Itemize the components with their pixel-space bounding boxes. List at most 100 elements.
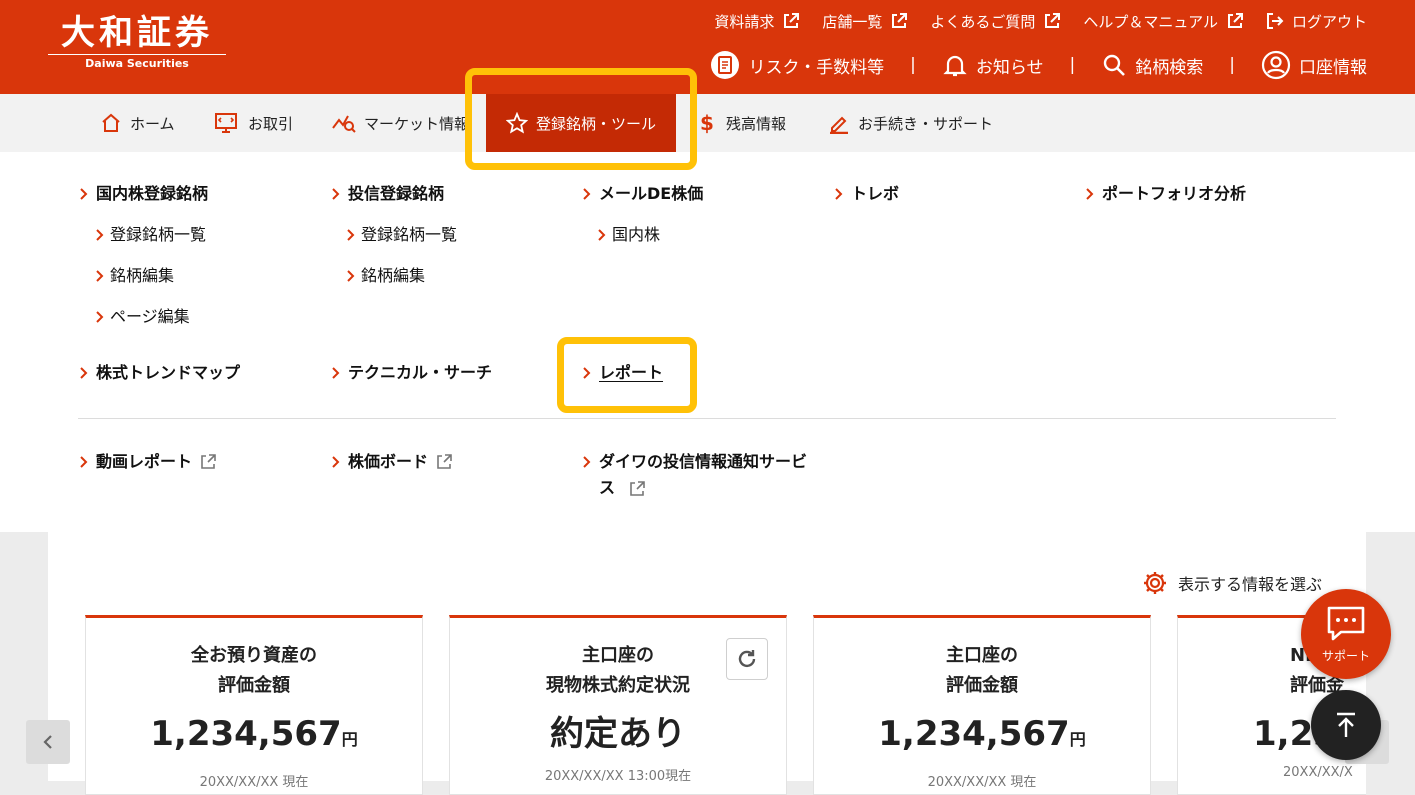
notifications-label: お知らせ [975, 57, 1044, 78]
logout-icon [1266, 13, 1284, 29]
menu-mail-domestic[interactable]: 国内株 [596, 222, 660, 248]
tab-label: お手続き・サポート [858, 114, 994, 133]
tab-registered-tools[interactable]: 登録銘柄・ツール [486, 94, 676, 152]
tab-market[interactable]: マーケット情報 [332, 94, 469, 152]
menu-label: 株価ボード [348, 452, 429, 471]
menu-label: ページ編集 [110, 307, 190, 326]
menu-domestic-page-edit[interactable]: ページ編集 [94, 304, 190, 330]
tab-balance[interactable]: $ 残高情報 [700, 94, 786, 152]
select-info-button[interactable]: 表示する情報を選ぶ [1142, 570, 1322, 596]
carousel-prev-button[interactable] [26, 720, 70, 764]
pencil-icon [830, 116, 848, 134]
card-total-assets[interactable]: 全お預り資産の 評価金額 1,234,567円 20XX/XX/XX 現在 [85, 615, 423, 795]
menu-fund-registered[interactable]: 投信登録銘柄 [330, 181, 444, 207]
menu-domestic-registered[interactable]: 国内株登録銘柄 [78, 181, 208, 207]
card-title-line: 主口座の [582, 645, 654, 666]
chevron-right-icon [1086, 188, 1094, 200]
util-link-request-docs[interactable]: 資料請求 [714, 11, 800, 32]
daiwa-logo[interactable]: 大和証券 Daiwa Securities [48, 14, 226, 70]
card-title-line: 現物株式約定状況 [546, 675, 690, 696]
card-value-number: 1,234,567 [878, 714, 1070, 754]
star-icon [506, 112, 528, 134]
logo-divider [48, 54, 226, 55]
tab-procedures-support[interactable]: お手続き・サポート [828, 94, 993, 152]
menu-label: 動画レポート [96, 452, 193, 471]
card-title-line: 主口座の [946, 645, 1018, 666]
user-icon [1261, 50, 1291, 80]
card-value-unit: 円 [341, 730, 358, 749]
util-link-label: 資料請求 [714, 12, 775, 31]
util-link-faq[interactable]: よくあるご質問 [930, 11, 1061, 32]
menu-label: 銘柄編集 [361, 266, 426, 285]
tab-label: 登録銘柄・ツール [535, 114, 656, 133]
menu-label: ポートフォリオ分析 [1102, 184, 1247, 203]
home-icon [102, 113, 120, 132]
nav-separator: | [910, 55, 916, 75]
stock-search-link[interactable]: 銘柄検索 [1101, 52, 1203, 78]
tab-home[interactable]: ホーム [100, 94, 175, 152]
chevron-right-icon [332, 188, 340, 200]
gear-icon [1143, 572, 1166, 594]
risk-fees-link[interactable]: リスク・手数料等 [710, 50, 884, 80]
menu-fund-list[interactable]: 登録銘柄一覧 [345, 222, 457, 248]
menu-domestic-edit[interactable]: 銘柄編集 [94, 263, 174, 289]
account-info-link[interactable]: 口座情報 [1261, 50, 1367, 80]
menu-label: 株式トレンドマップ [96, 363, 241, 382]
chat-bubble-icon [1327, 606, 1365, 641]
chevron-right-icon [583, 456, 591, 468]
menu-label: レポート [599, 363, 664, 382]
menu-trebo[interactable]: トレボ [833, 181, 899, 207]
card-execution-status[interactable]: 主口座の 現物株式約定状況 約定あり 20XX/XX/XX 13:00現在 [449, 615, 787, 795]
menu-report[interactable]: レポート [581, 360, 663, 386]
card-title-line: 評価金額 [218, 675, 290, 696]
logout-link[interactable]: ログアウト [1266, 11, 1367, 32]
chevron-right-icon [598, 229, 606, 241]
tab-label: お取引 [248, 114, 294, 133]
util-link-help[interactable]: ヘルプ＆マニュアル [1083, 11, 1244, 32]
card-title-line: 評価金額 [946, 675, 1018, 696]
card-date: 20XX/XX/XX 13:00現在 [544, 769, 692, 784]
tab-label: 残高情報 [726, 114, 787, 133]
chevron-right-icon [583, 367, 591, 379]
header: 大和証券 Daiwa Securities 資料請求 店舗一覧 よくあるご質問 … [0, 0, 1415, 94]
bell-icon [943, 55, 967, 77]
util-link-store-list[interactable]: 店舗一覧 [822, 11, 908, 32]
chevron-right-icon [96, 229, 104, 241]
external-link-icon [892, 13, 908, 28]
risk-fees-label: リスク・手数料等 [748, 57, 885, 78]
util-link-label: よくあるご質問 [930, 12, 1036, 31]
menu-portfolio-analysis[interactable]: ポートフォリオ分析 [1084, 181, 1246, 207]
menu-label: ス [599, 478, 616, 497]
nav-separator: | [1069, 55, 1076, 75]
tab-trade[interactable]: お取引 [214, 94, 293, 152]
menu-label: 登録銘柄一覧 [110, 225, 207, 244]
menu-fund-notify-service[interactable]: ダイワの投信情報通知サービ ス [581, 449, 807, 501]
menu-stock-board[interactable]: 株価ボード [330, 449, 452, 475]
refresh-button[interactable] [726, 638, 768, 680]
menu-video-report[interactable]: 動画レポート [78, 449, 216, 475]
external-link-icon [201, 454, 216, 469]
menu-label: 銘柄編集 [110, 266, 175, 285]
card-value-number: 1,234,567 [150, 714, 342, 754]
menu-trend-map[interactable]: 株式トレンドマップ [78, 360, 240, 386]
support-chat-button[interactable]: サポート [1301, 589, 1391, 679]
chevron-right-icon [80, 188, 88, 200]
stock-search-label: 銘柄検索 [1135, 57, 1204, 78]
menu-mail-de-kabuka[interactable]: メールDE株価 [581, 181, 703, 207]
select-info-label: 表示する情報を選ぶ [1177, 575, 1322, 594]
menu-label: 投信登録銘柄 [348, 184, 445, 203]
menu-label: 国内株 [612, 225, 661, 244]
external-link-icon [629, 480, 645, 496]
menu-label: ダイワの投信情報通知サービ [599, 452, 808, 471]
menu-fund-edit[interactable]: 銘柄編集 [345, 263, 425, 289]
menu-domestic-list[interactable]: 登録銘柄一覧 [94, 222, 206, 248]
notifications-link[interactable]: お知らせ [942, 52, 1044, 78]
card-main-account-value[interactable]: 主口座の 評価金額 1,234,567円 20XX/XX/XX 現在 [813, 615, 1151, 795]
scroll-top-button[interactable] [1311, 690, 1381, 760]
card-value-number: 約定あり [550, 714, 686, 754]
logout-label: ログアウト [1291, 12, 1367, 31]
utility-links: 資料請求 店舗一覧 よくあるご質問 ヘルプ＆マニュアル ログアウト [714, 9, 1367, 33]
menu-technical-search[interactable]: テクニカル・サーチ [330, 360, 492, 386]
chevron-left-icon [43, 735, 52, 749]
menu-label: トレボ [851, 184, 900, 203]
